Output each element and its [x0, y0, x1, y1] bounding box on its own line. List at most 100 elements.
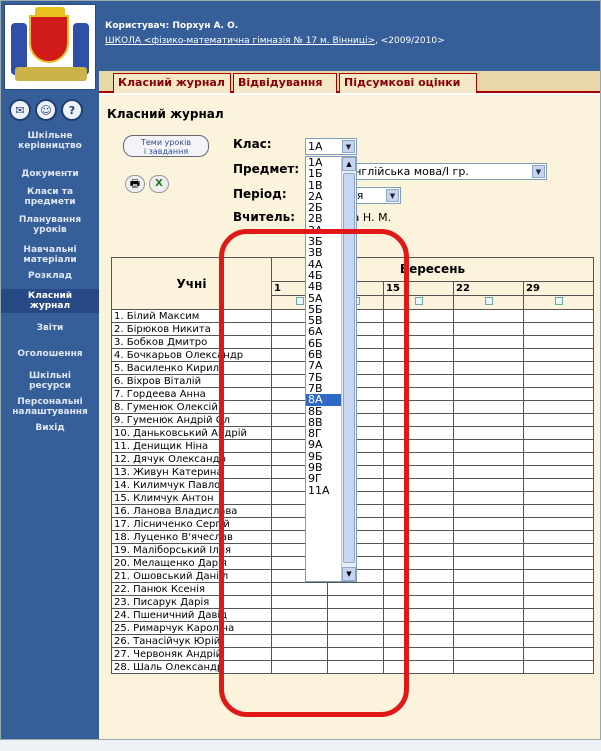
grade-cell[interactable] — [523, 322, 594, 336]
grade-cell[interactable] — [523, 374, 594, 388]
grade-cell[interactable] — [453, 309, 524, 323]
grade-cell[interactable] — [523, 595, 594, 609]
sidebar-item-7[interactable]: Звіти — [1, 321, 99, 335]
grade-cell[interactable] — [453, 322, 524, 336]
column-select-icon[interactable] — [484, 296, 493, 305]
grade-cell[interactable] — [453, 569, 524, 583]
help-icon[interactable]: ? — [61, 99, 83, 121]
grade-cell[interactable] — [523, 309, 594, 323]
grade-cell[interactable] — [453, 400, 524, 414]
sidebar-item-5[interactable]: Розклад — [1, 269, 99, 283]
sidebar-item-11[interactable]: Вихід — [1, 421, 99, 435]
bottom-strip — [0, 740, 601, 751]
users-icon[interactable]: ☺ — [35, 99, 57, 121]
grade-cell[interactable] — [523, 621, 594, 635]
grade-cell[interactable] — [453, 660, 524, 674]
sidebar-item-2[interactable]: Класи та предмети — [1, 185, 99, 209]
grade-cell[interactable] — [523, 543, 594, 557]
grade-cell[interactable] — [523, 491, 594, 505]
grade-cell[interactable] — [523, 387, 594, 401]
grade-cell[interactable] — [523, 413, 594, 427]
grade-cell[interactable] — [453, 504, 524, 518]
sidebar-item-10[interactable]: Персональні налаштування — [1, 395, 99, 419]
grade-cell[interactable] — [523, 660, 594, 674]
grade-cell[interactable] — [523, 504, 594, 518]
sidebar-item-8[interactable]: Оголошення — [1, 347, 99, 361]
grade-cell[interactable] — [453, 465, 524, 479]
grade-cell[interactable] — [453, 348, 524, 362]
subject-select-value: /Англійська мова/І гр. — [343, 165, 469, 178]
sidebar-item-1[interactable]: Документи — [1, 167, 99, 181]
school-link[interactable]: ШКОЛА <фізико-математична гімназія № 17 … — [105, 36, 375, 46]
grade-cell[interactable] — [523, 361, 594, 375]
mail-icon[interactable]: ✉ — [9, 99, 31, 121]
grade-cell[interactable] — [453, 517, 524, 531]
column-select-cell — [453, 294, 524, 311]
user-label: Користувач: Порхун А. О. — [105, 21, 239, 31]
grade-cell[interactable] — [523, 517, 594, 531]
grade-cell[interactable] — [453, 374, 524, 388]
grade-cell[interactable] — [453, 426, 524, 440]
grade-cell[interactable] — [453, 556, 524, 570]
grade-cell[interactable] — [453, 361, 524, 375]
column-select-cell — [523, 294, 594, 311]
grade-cell[interactable] — [453, 335, 524, 349]
grade-cell[interactable] — [453, 491, 524, 505]
grade-cell[interactable] — [523, 569, 594, 583]
grade-cell[interactable] — [453, 452, 524, 466]
tab-attendance[interactable]: Відвідування — [233, 73, 337, 93]
date-header: 29 — [523, 280, 594, 296]
grade-cell[interactable] — [453, 530, 524, 544]
school-year: , <2009/2010> — [375, 36, 445, 46]
grade-cell[interactable] — [453, 582, 524, 596]
grade-cell[interactable] — [453, 387, 524, 401]
grade-cell[interactable] — [523, 465, 594, 479]
chevron-down-icon[interactable]: ▼ — [386, 189, 399, 202]
sidebar-item-0[interactable]: Шкільне керівництво — [1, 129, 99, 153]
grade-cell[interactable] — [523, 478, 594, 492]
period-label: Період: — [233, 187, 287, 201]
sidebar-item-4[interactable]: Навчальні матеріали — [1, 243, 99, 267]
class-select[interactable]: 1А ▼ — [305, 138, 357, 155]
tab-class-journal[interactable]: Класний журнал — [113, 73, 231, 93]
chevron-down-icon[interactable]: ▼ — [342, 140, 355, 153]
grade-cell[interactable] — [453, 439, 524, 453]
print-icon[interactable]: 🖶 — [125, 175, 145, 193]
grade-cell[interactable] — [453, 478, 524, 492]
grade-cell[interactable] — [523, 634, 594, 648]
grade-cell[interactable] — [523, 452, 594, 466]
class-option[interactable]: 1Б — [306, 168, 342, 180]
scroll-up-icon[interactable]: ▲ — [342, 157, 356, 171]
column-select-icon[interactable] — [414, 296, 423, 305]
grade-cell[interactable] — [453, 413, 524, 427]
grade-cell[interactable] — [453, 621, 524, 635]
grade-cell[interactable] — [523, 400, 594, 414]
chevron-down-icon[interactable]: ▼ — [532, 165, 545, 178]
excel-export-icon[interactable]: X — [149, 175, 169, 193]
sidebar-item-6[interactable]: Класний журнал — [1, 289, 99, 313]
tab-final-grades[interactable]: Підсумкові оцінки — [339, 73, 477, 93]
page-title: Класний журнал — [107, 107, 224, 121]
grade-cell[interactable] — [453, 647, 524, 661]
grade-cell[interactable] — [523, 608, 594, 622]
date-header: 22 — [453, 280, 524, 296]
highlight-annotation — [219, 229, 409, 717]
grade-cell[interactable] — [523, 348, 594, 362]
grade-cell[interactable] — [523, 426, 594, 440]
grade-cell[interactable] — [523, 556, 594, 570]
grade-cell[interactable] — [523, 530, 594, 544]
grade-cell[interactable] — [523, 647, 594, 661]
grade-cell[interactable] — [453, 634, 524, 648]
grade-cell[interactable] — [453, 595, 524, 609]
grade-cell[interactable] — [523, 582, 594, 596]
grade-cell[interactable] — [453, 608, 524, 622]
lesson-topics-button[interactable]: Теми уроків і завдання — [123, 135, 209, 157]
subject-select[interactable]: /Англійська мова/І гр. ▼ — [341, 163, 547, 180]
grade-cell[interactable] — [453, 543, 524, 557]
sidebar-item-9[interactable]: Шкільні ресурси — [1, 369, 99, 393]
class-select-value: 1А — [308, 140, 323, 153]
grade-cell[interactable] — [523, 335, 594, 349]
grade-cell[interactable] — [523, 439, 594, 453]
sidebar-item-3[interactable]: Планування уроків — [1, 213, 99, 237]
column-select-icon[interactable] — [554, 296, 563, 305]
